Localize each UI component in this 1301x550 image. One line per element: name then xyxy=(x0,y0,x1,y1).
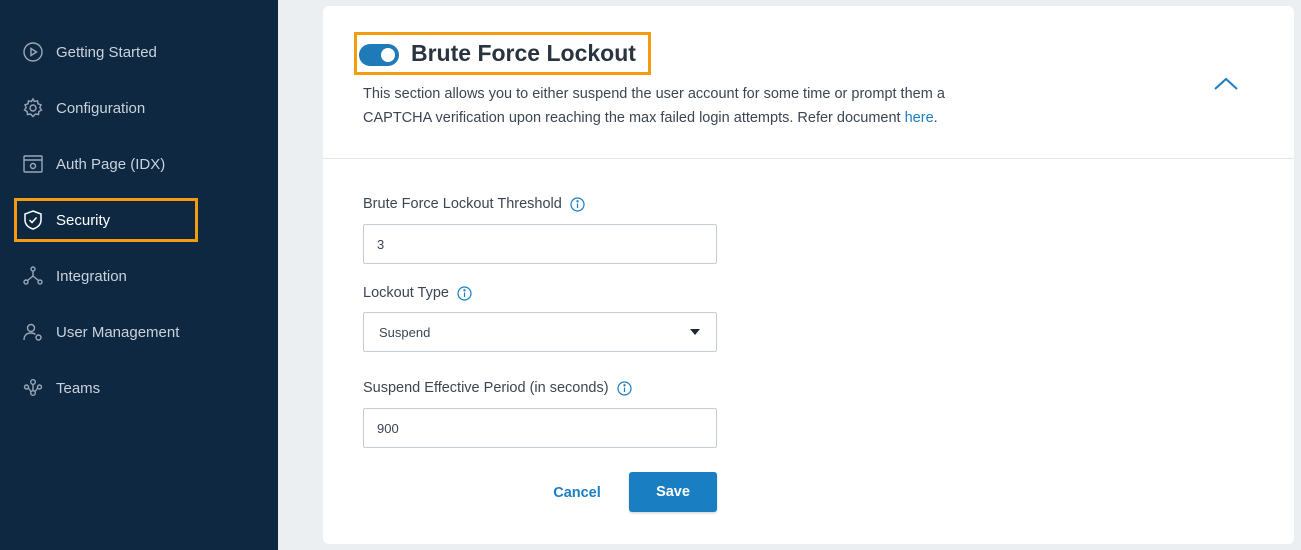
auth-page-icon xyxy=(22,153,44,175)
section-title: Brute Force Lockout xyxy=(411,40,636,66)
sidebar-item-configuration[interactable]: Configuration xyxy=(14,86,198,130)
cancel-button[interactable]: Cancel xyxy=(547,482,607,504)
period-input[interactable] xyxy=(363,408,717,448)
lockout-type-value: Suspend xyxy=(379,324,431,340)
shield-icon xyxy=(22,209,44,231)
sidebar-item-label: User Management xyxy=(56,323,180,341)
info-icon[interactable] xyxy=(616,380,632,396)
teams-icon xyxy=(22,377,44,399)
description-suffix: . xyxy=(933,110,938,126)
toggle-knob xyxy=(381,48,395,62)
sidebar: Getting Started Configuration Auth Page … xyxy=(0,0,278,550)
period-label-text: Suspend Effective Period (in seconds) xyxy=(363,380,609,396)
document-link[interactable]: here xyxy=(905,110,934,126)
gear-icon xyxy=(22,97,44,119)
sidebar-item-auth-page[interactable]: Auth Page (IDX) xyxy=(14,142,198,186)
info-icon[interactable] xyxy=(570,196,585,212)
threshold-label: Brute Force Lockout Threshold xyxy=(363,196,585,212)
lockout-type-label: Lockout Type xyxy=(363,285,472,301)
sidebar-item-label: Integration xyxy=(56,267,127,285)
collapse-chevron-up-icon[interactable] xyxy=(1211,72,1241,96)
sidebar-item-label: Auth Page (IDX) xyxy=(56,155,166,173)
info-icon[interactable] xyxy=(457,285,472,301)
user-gear-icon xyxy=(22,321,44,343)
brute-force-lockout-card: Brute Force Lockout This section allows … xyxy=(323,6,1294,544)
save-button[interactable]: Save xyxy=(629,472,717,512)
play-circle-icon xyxy=(22,41,44,63)
sidebar-item-label: Teams xyxy=(56,379,101,397)
caret-down-icon xyxy=(690,329,700,335)
brute-force-toggle[interactable] xyxy=(359,44,399,66)
sidebar-item-getting-started[interactable]: Getting Started xyxy=(14,30,198,74)
sidebar-item-label: Configuration xyxy=(56,99,146,117)
sidebar-item-label: Security xyxy=(56,211,111,229)
threshold-label-text: Brute Force Lockout Threshold xyxy=(363,196,562,212)
period-label: Suspend Effective Period (in seconds) xyxy=(363,380,632,396)
lockout-type-select[interactable]: Suspend xyxy=(363,312,717,352)
sidebar-item-security[interactable]: Security xyxy=(14,198,198,242)
sidebar-item-teams[interactable]: Teams xyxy=(14,366,198,410)
divider xyxy=(323,158,1294,159)
section-description: This section allows you to either suspen… xyxy=(363,82,1003,130)
description-text: This section allows you to either suspen… xyxy=(363,86,945,126)
threshold-input[interactable] xyxy=(363,224,717,264)
sidebar-item-label: Getting Started xyxy=(56,43,157,61)
lockout-type-label-text: Lockout Type xyxy=(363,285,449,301)
sidebar-item-integration[interactable]: Integration xyxy=(14,254,198,298)
integration-icon xyxy=(22,265,44,287)
sidebar-item-user-management[interactable]: User Management xyxy=(14,310,198,354)
